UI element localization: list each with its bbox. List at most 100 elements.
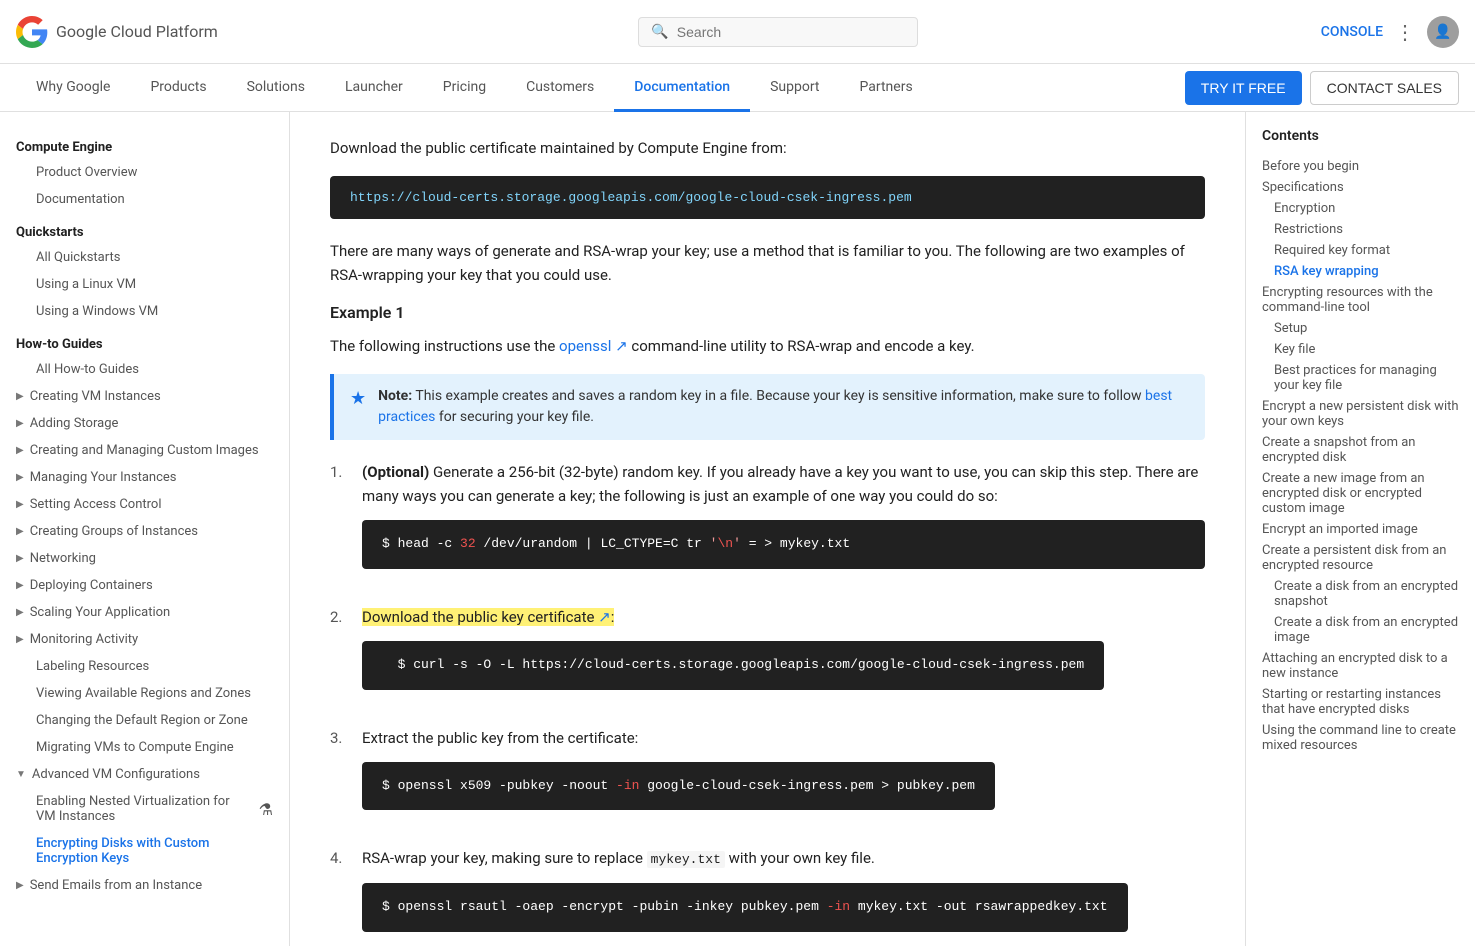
code-block-1: $ head -c 32 /dev/urandom | LC_CTYPE=C t… <box>362 520 1205 569</box>
chevron-right-icon10: ▶ <box>16 634 24 645</box>
toc-new-image[interactable]: Create a new image from an encrypted dis… <box>1262 468 1459 519</box>
more-options-button[interactable]: ⋮ <box>1395 20 1415 44</box>
content-area: Download the public certificate maintain… <box>290 112 1245 946</box>
toc-restrictions[interactable]: Restrictions <box>1262 219 1459 240</box>
menu-right-buttons: TRY IT FREE CONTACT SALES <box>1185 71 1459 105</box>
toc-persistent-disk[interactable]: Create a persistent disk from an encrypt… <box>1262 540 1459 576</box>
toc-key-file[interactable]: Key file <box>1262 339 1459 360</box>
menu-item-launcher[interactable]: Launcher <box>325 64 423 112</box>
toc-rsa-key-wrapping[interactable]: RSA key wrapping <box>1262 261 1459 282</box>
toc-command-line-mixed[interactable]: Using the command line to create mixed r… <box>1262 720 1459 756</box>
pubkey-link[interactable]: ↗ <box>598 608 611 626</box>
sidebar-item-send-emails[interactable]: ▶ Send Emails from an Instance <box>0 872 289 899</box>
nav-right: CONSOLE ⋮ 👤 <box>1321 16 1459 48</box>
step-2: 2. Download the public key certificate ↗… <box>330 605 1205 710</box>
chevron-right-icon3: ▶ <box>16 445 24 456</box>
sidebar-item-default-region[interactable]: Changing the Default Region or Zone <box>0 707 289 734</box>
menu-item-why-google[interactable]: Why Google <box>16 64 130 112</box>
chevron-down-icon: ▼ <box>16 769 26 780</box>
menu-item-support[interactable]: Support <box>750 64 839 112</box>
sidebar-item-custom-images[interactable]: ▶ Creating and Managing Custom Images <box>0 437 289 464</box>
sidebar-item-adding-storage[interactable]: ▶ Adding Storage <box>0 410 289 437</box>
sidebar-section-compute-engine: Compute Engine <box>0 128 289 159</box>
sidebar-item-containers[interactable]: ▶ Deploying Containers <box>0 572 289 599</box>
toc-before-you-begin[interactable]: Before you begin <box>1262 156 1459 177</box>
chevron-right-icon9: ▶ <box>16 607 24 618</box>
sidebar-item-linux-vm[interactable]: Using a Linux VM <box>0 271 289 298</box>
mykey-inline: mykey.txt <box>647 851 725 868</box>
sidebar-item-all-howto[interactable]: All How-to Guides <box>0 356 289 383</box>
toc-encryption[interactable]: Encryption <box>1262 198 1459 219</box>
chevron-right-icon5: ▶ <box>16 499 24 510</box>
chevron-right-icon11: ▶ <box>16 880 24 891</box>
toc-disk-from-image[interactable]: Create a disk from an encrypted image <box>1262 612 1459 648</box>
sidebar-item-documentation[interactable]: Documentation <box>0 186 289 213</box>
avatar[interactable]: 👤 <box>1427 16 1459 48</box>
console-link[interactable]: CONSOLE <box>1321 24 1383 40</box>
sidebar-item-migrating[interactable]: Migrating VMs to Compute Engine <box>0 734 289 761</box>
code-block-4: $ openssl rsautl -oaep -encrypt -pubin -… <box>362 883 1128 932</box>
search-area: 🔍 <box>236 17 1321 47</box>
toc-encrypt-imported[interactable]: Encrypt an imported image <box>1262 519 1459 540</box>
menu-item-solutions[interactable]: Solutions <box>227 64 325 112</box>
toc-starting[interactable]: Starting or restarting instances that ha… <box>1262 684 1459 720</box>
menu-bar: Why Google Products Solutions Launcher P… <box>0 64 1475 112</box>
search-box[interactable]: 🔍 <box>638 17 918 47</box>
example1-title: Example 1 <box>330 303 1205 322</box>
menu-item-partners[interactable]: Partners <box>840 64 933 112</box>
menu-item-customers[interactable]: Customers <box>506 64 614 112</box>
sidebar-section-quickstarts: Quickstarts <box>0 213 289 244</box>
sidebar-item-regions-zones[interactable]: Viewing Available Regions and Zones <box>0 680 289 707</box>
star-icon: ★ <box>350 388 366 428</box>
menu-item-pricing[interactable]: Pricing <box>423 64 506 112</box>
cert-url-block: https://cloud-certs.storage.googleapis.c… <box>330 176 1205 219</box>
methods-text: There are many ways of generate and RSA-… <box>330 239 1205 287</box>
try-free-button[interactable]: TRY IT FREE <box>1185 71 1302 105</box>
sidebar-item-product-overview[interactable]: Product Overview <box>0 159 289 186</box>
main-layout: Compute Engine Product Overview Document… <box>0 112 1475 946</box>
toc-required-key-format[interactable]: Required key format <box>1262 240 1459 261</box>
sidebar-item-advanced-vm[interactable]: ▼ Advanced VM Configurations <box>0 761 289 788</box>
sidebar-item-networking[interactable]: ▶ Networking <box>0 545 289 572</box>
menu-item-products[interactable]: Products <box>130 64 226 112</box>
sidebar-item-monitoring[interactable]: ▶ Monitoring Activity <box>0 626 289 653</box>
search-input[interactable] <box>677 24 906 40</box>
best-practices-link[interactable]: best practices <box>378 388 1172 425</box>
sidebar-item-labeling[interactable]: Labeling Resources <box>0 653 289 680</box>
sidebar-item-creating-vm[interactable]: ▶ Creating VM Instances <box>0 383 289 410</box>
menu-item-documentation[interactable]: Documentation <box>614 64 750 112</box>
toc-encrypt-new-disk[interactable]: Encrypt a new persistent disk with your … <box>1262 396 1459 432</box>
sidebar-section-howto: How-to Guides <box>0 325 289 356</box>
step-3: 3. Extract the public key from the certi… <box>330 726 1205 831</box>
contact-sales-button[interactable]: CONTACT SALES <box>1310 71 1459 105</box>
toc-best-practices[interactable]: Best practices for managing your key fil… <box>1262 360 1459 396</box>
openssl-link[interactable]: openssl ↗ <box>559 337 628 355</box>
sidebar-item-all-quickstarts[interactable]: All Quickstarts <box>0 244 289 271</box>
sidebar-item-groups[interactable]: ▶ Creating Groups of Instances <box>0 518 289 545</box>
logo-area: Google Cloud Platform <box>16 16 236 48</box>
toc-encrypting-resources[interactable]: Encrypting resources with the command-li… <box>1262 282 1459 318</box>
left-sidebar: Compute Engine Product Overview Document… <box>0 112 290 946</box>
sidebar-item-scaling[interactable]: ▶ Scaling Your Application <box>0 599 289 626</box>
sidebar-item-encrypting-disks[interactable]: Encrypting Disks with Custom Encryption … <box>0 830 289 872</box>
chevron-right-icon7: ▶ <box>16 553 24 564</box>
toc-setup[interactable]: Setup <box>1262 318 1459 339</box>
chevron-right-icon8: ▶ <box>16 580 24 591</box>
steps-list: 1. (Optional) Generate a 256-bit (32-byt… <box>330 460 1205 946</box>
toc-specifications[interactable]: Specifications <box>1262 177 1459 198</box>
toc-disk-from-snapshot[interactable]: Create a disk from an encrypted snapshot <box>1262 576 1459 612</box>
flask-icon: ⚗ <box>259 800 273 819</box>
toc-snapshot[interactable]: Create a snapshot from an encrypted disk <box>1262 432 1459 468</box>
step-1: 1. (Optional) Generate a 256-bit (32-byt… <box>330 460 1205 589</box>
sidebar-item-windows-vm[interactable]: Using a Windows VM <box>0 298 289 325</box>
sidebar-item-access-control[interactable]: ▶ Setting Access Control <box>0 491 289 518</box>
chevron-right-icon2: ▶ <box>16 418 24 429</box>
search-icon: 🔍 <box>651 24 668 40</box>
sidebar-item-managing-instances[interactable]: ▶ Managing Your Instances <box>0 464 289 491</box>
chevron-right-icon: ▶ <box>16 391 24 402</box>
toc-attaching[interactable]: Attaching an encrypted disk to a new ins… <box>1262 648 1459 684</box>
sidebar-item-nested-virt[interactable]: Enabling Nested Virtualization for VM In… <box>0 788 289 830</box>
code-block-3: $ openssl x509 -pubkey -noout -in google… <box>362 762 995 811</box>
example1-desc: The following instructions use the opens… <box>330 334 1205 358</box>
cert-url-text: https://cloud-certs.storage.googleapis.c… <box>350 190 912 205</box>
